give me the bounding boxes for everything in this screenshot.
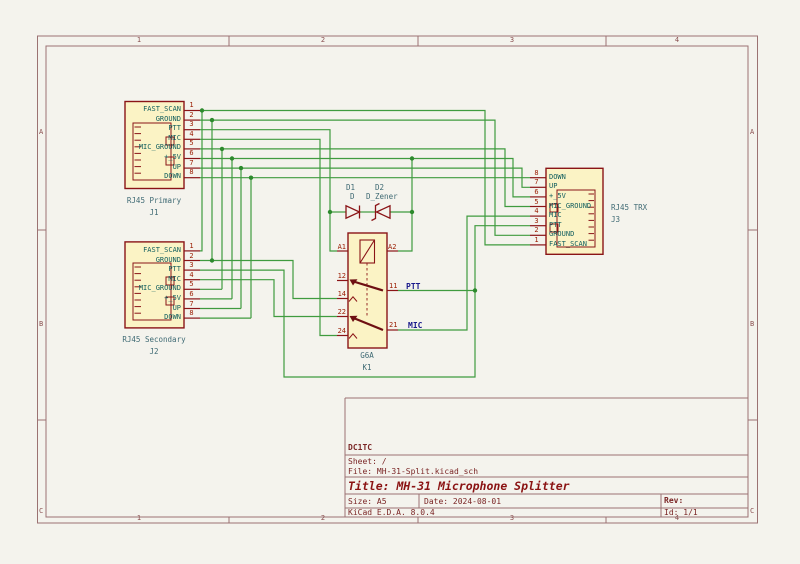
- title-block-id: Id: 1/1: [664, 509, 698, 517]
- frame-col-label: 2: [303, 37, 343, 44]
- j1-pin-number: 4: [184, 131, 199, 138]
- relay-pin-12: 12: [334, 273, 346, 280]
- frame-row-label: C: [39, 508, 43, 515]
- j2-pin-number: 1: [184, 243, 199, 250]
- j2-pin-number: 6: [184, 291, 199, 298]
- j1-reference-label[interactable]: J1: [120, 209, 188, 217]
- frame-row-label: C: [750, 508, 754, 515]
- j1-pin-name: +_5V: [126, 154, 181, 161]
- relay-pin-22: 22: [334, 309, 346, 316]
- title-block-rev: Rev:: [664, 497, 683, 505]
- j1-value-label[interactable]: RJ45 Primary: [120, 197, 188, 205]
- schematic-sheet[interactable]: 1 2 3 4 1 2 3 4 A B C A B C FAST_SCAN GR…: [0, 0, 800, 564]
- j3-pin-name: PTT: [549, 222, 562, 229]
- k1-reference-label[interactable]: K1: [350, 364, 384, 372]
- j2-pin-number: 2: [184, 253, 199, 260]
- j3-pin-number: 4: [529, 208, 544, 215]
- j3-pin-number: 2: [529, 227, 544, 234]
- j1-pin-name: UP: [126, 164, 181, 171]
- relay-pin-21: 21: [389, 322, 397, 329]
- j1-pin-number: 1: [184, 102, 199, 109]
- j2-pin-name: DOWN: [126, 314, 181, 321]
- relay-pin-11: 11: [389, 283, 397, 290]
- j1-pin-number: 6: [184, 150, 199, 157]
- j1-pin-number: 8: [184, 169, 199, 176]
- j1-pin-name: MIC_GROUND: [126, 144, 181, 151]
- relay-pin-a1: A1: [334, 244, 346, 251]
- title-block-sheet: Sheet: /: [348, 458, 387, 466]
- j2-pin-name: PTT: [126, 266, 181, 273]
- j1-pin-name: DOWN: [126, 173, 181, 180]
- relay-pin-24: 24: [334, 328, 346, 335]
- j2-pin-name: GROUND: [126, 257, 181, 264]
- j3-reference-label[interactable]: J3: [611, 216, 620, 224]
- d1-reference-label[interactable]: D1: [346, 184, 355, 192]
- j1-pin-name: MIC: [126, 135, 181, 142]
- d2-reference-label[interactable]: D2: [375, 184, 384, 192]
- title-block-file: File: MH-31-Split.kicad_sch: [348, 468, 478, 476]
- title-block-frame: [345, 398, 748, 517]
- j2-pin-name: MIC: [126, 276, 181, 283]
- j2-pin-number: 4: [184, 272, 199, 279]
- j3-pin-number: 7: [529, 179, 544, 186]
- j3-pin-name: FAST_SCAN: [549, 241, 587, 248]
- j3-pin-name: GROUND: [549, 231, 574, 238]
- frame-row-label: B: [39, 321, 43, 328]
- frame-col-label: 1: [119, 515, 159, 522]
- j3-pin-number: 1: [529, 237, 544, 244]
- title-block-date: Date: 2024-08-01: [424, 498, 501, 506]
- frame-col-label: 3: [492, 515, 532, 522]
- net-label-mic[interactable]: MIC: [408, 322, 422, 330]
- j1-pin-number: 7: [184, 160, 199, 167]
- j3-pin-name: DOWN: [549, 174, 566, 181]
- title-block-title: Title: MH-31 Microphone Splitter: [348, 481, 570, 493]
- diode-d1-symbol[interactable]: [346, 206, 360, 219]
- j3-pin-name: UP: [549, 183, 557, 190]
- j2-pin-number: 3: [184, 262, 199, 269]
- j3-pin-number: 8: [529, 170, 544, 177]
- j3-pin-number: 3: [529, 218, 544, 225]
- relay-pin-14: 14: [334, 291, 346, 298]
- frame-row-label: A: [750, 129, 754, 136]
- j1-pin-number: 3: [184, 121, 199, 128]
- d2-value-label[interactable]: D_Zener: [366, 193, 398, 201]
- net-label-ptt[interactable]: PTT: [406, 283, 420, 291]
- j3-pin-number: 6: [529, 189, 544, 196]
- j2-pin-name: UP: [126, 305, 181, 312]
- j2-pin-name: MIC_GROUND: [126, 285, 181, 292]
- frame-col-label: 4: [657, 37, 697, 44]
- frame-row-label: A: [39, 129, 43, 136]
- k1-value-label[interactable]: G6A: [350, 352, 384, 360]
- j2-reference-label[interactable]: J2: [115, 348, 193, 356]
- j1-pin-name: PTT: [126, 125, 181, 132]
- j1-pin-number: 5: [184, 140, 199, 147]
- j3-pin-name: MIC_GROUND: [549, 203, 591, 210]
- j2-pin-number: 8: [184, 310, 199, 317]
- j1-pin-number: 2: [184, 112, 199, 119]
- j2-pin-name: FAST_SCAN: [126, 247, 181, 254]
- d1-value-label[interactable]: D: [350, 193, 355, 201]
- relay-pin-a2: A2: [388, 244, 396, 251]
- frame-col-label: 2: [303, 515, 343, 522]
- title-block-tool: KiCad E.D.A. 8.0.4: [348, 509, 435, 517]
- frame-row-label: B: [750, 321, 754, 328]
- j1-pin-name: GROUND: [126, 116, 181, 123]
- j3-value-label[interactable]: RJ45 TRX: [611, 204, 647, 212]
- j2-pin-name: +_5V: [126, 295, 181, 302]
- j3-pin-number: 5: [529, 199, 544, 206]
- frame-col-label: 3: [492, 37, 532, 44]
- title-block-size: Size: A5: [348, 498, 387, 506]
- j2-pin-number: 7: [184, 301, 199, 308]
- j3-pin-name: MIC: [549, 212, 562, 219]
- title-block-company: DC1TC: [348, 444, 372, 452]
- j1-pin-name: FAST_SCAN: [126, 106, 181, 113]
- frame-col-label: 1: [119, 37, 159, 44]
- j2-value-label[interactable]: RJ45 Secondary: [115, 336, 193, 344]
- j3-pin-name: +_5V: [549, 193, 566, 200]
- j2-pin-number: 5: [184, 281, 199, 288]
